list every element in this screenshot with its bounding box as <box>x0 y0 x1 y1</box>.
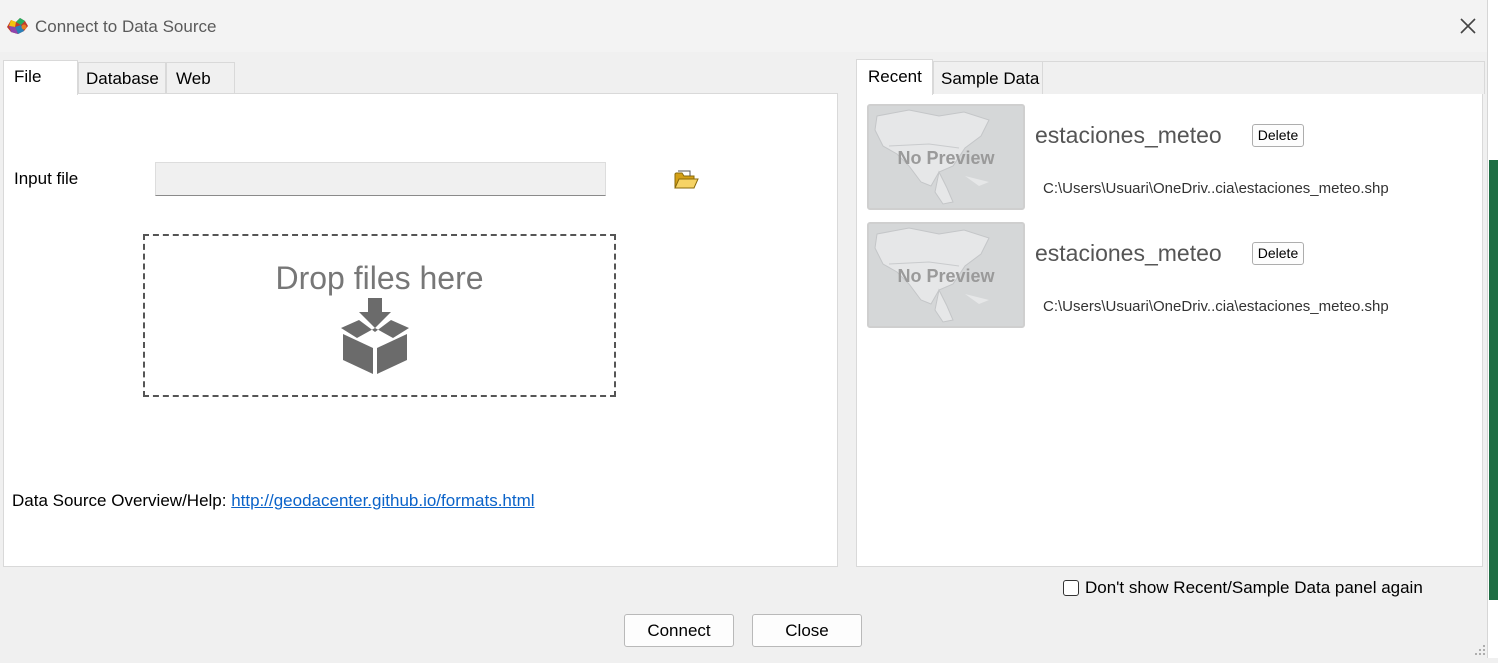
recent-tab-panel: No Preview estaciones_meteo Delete C:\Us… <box>856 93 1483 567</box>
tab-database[interactable]: Database <box>78 62 166 93</box>
preview-thumbnail[interactable]: No Preview <box>867 104 1025 210</box>
input-file-label: Input file <box>14 169 79 188</box>
recent-item-name[interactable]: estaciones_meteo <box>1035 240 1222 267</box>
checkbox-box[interactable] <box>1063 580 1079 596</box>
geoda-app-icon <box>5 15 30 37</box>
connect-button[interactable]: Connect <box>624 614 734 647</box>
right-tab-strip <box>1043 61 1485 94</box>
background-window-edge-green <box>1489 160 1498 600</box>
delete-button[interactable]: Delete <box>1252 124 1304 147</box>
input-file-field[interactable] <box>155 162 606 196</box>
recent-item-path: C:\Users\Usuari\OneDriv..cia\estaciones_… <box>1043 180 1389 197</box>
delete-button[interactable]: Delete <box>1252 242 1304 265</box>
drop-zone-text: Drop files here <box>275 260 484 296</box>
drop-zone[interactable]: Drop files here <box>143 234 616 397</box>
open-folder-icon[interactable] <box>672 166 700 194</box>
recent-item[interactable]: No Preview estaciones_meteo Delete C:\Us… <box>857 216 1477 328</box>
no-preview-label: No Preview <box>897 266 995 286</box>
tab-sample-data[interactable]: Sample Data <box>933 61 1043 94</box>
no-preview-label: No Preview <box>897 148 995 168</box>
dont-show-label: Don't show Recent/Sample Data panel agai… <box>1085 578 1423 597</box>
help-text: Data Source Overview/Help: http://geodac… <box>12 491 535 511</box>
window-title: Connect to Data Source <box>35 17 217 36</box>
close-icon[interactable] <box>1455 13 1481 39</box>
help-label: Data Source Overview/Help: <box>12 491 232 510</box>
resize-grip-icon[interactable] <box>1468 638 1488 658</box>
tab-recent[interactable]: Recent <box>856 59 933 95</box>
help-link[interactable]: http://geodacenter.github.io/formats.htm… <box>231 491 534 510</box>
preview-thumbnail[interactable]: No Preview <box>867 222 1025 328</box>
recent-item-path: C:\Users\Usuari\OneDriv..cia\estaciones_… <box>1043 298 1389 315</box>
recent-item[interactable]: No Preview estaciones_meteo Delete C:\Us… <box>857 98 1477 210</box>
dont-show-checkbox[interactable]: Don't show Recent/Sample Data panel agai… <box>1063 578 1423 598</box>
recent-item-name[interactable]: estaciones_meteo <box>1035 122 1222 149</box>
title-bar <box>0 0 1498 52</box>
tab-web[interactable]: Web <box>166 62 235 93</box>
drop-box-icon <box>339 298 411 376</box>
close-button[interactable]: Close <box>752 614 862 647</box>
tab-file[interactable]: File <box>3 60 78 95</box>
